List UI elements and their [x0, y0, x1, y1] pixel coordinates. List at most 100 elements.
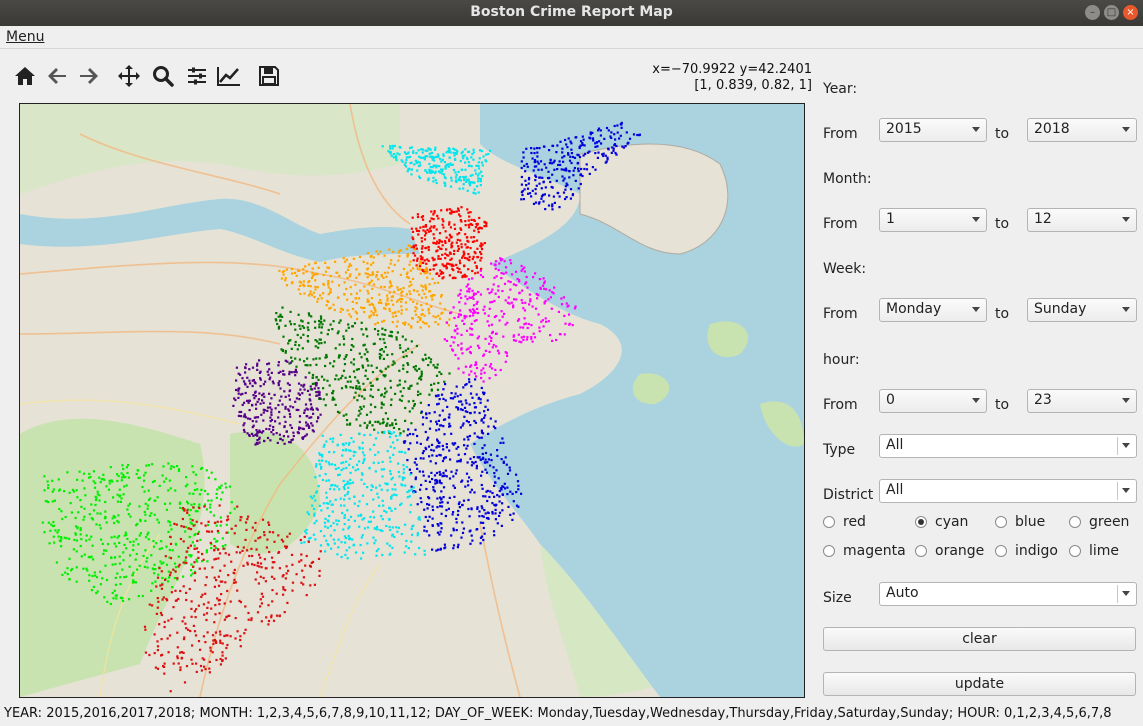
- crime-point: [432, 176, 435, 179]
- minimize-icon[interactable]: –: [1085, 5, 1100, 20]
- crime-point: [431, 295, 434, 298]
- crime-point: [157, 600, 160, 603]
- hour-to-select[interactable]: 23: [1027, 389, 1137, 413]
- crime-point: [388, 248, 391, 251]
- crime-point: [445, 475, 448, 478]
- district-select[interactable]: All: [879, 479, 1137, 503]
- crime-point: [301, 392, 304, 395]
- crime-point: [548, 289, 551, 292]
- save-icon[interactable]: [256, 62, 282, 90]
- crime-map[interactable]: [19, 103, 805, 698]
- crime-point: [427, 445, 431, 448]
- forward-icon[interactable]: [76, 62, 102, 90]
- menu-item[interactable]: Menu: [6, 29, 44, 45]
- crime-point: [275, 432, 278, 435]
- configure-subplots-icon[interactable]: [184, 62, 210, 90]
- crime-point: [443, 474, 446, 477]
- crime-point: [311, 504, 314, 507]
- crime-point: [347, 486, 350, 489]
- crime-point: [402, 350, 405, 354]
- crime-point: [488, 307, 491, 310]
- size-select[interactable]: Auto: [879, 582, 1137, 606]
- crime-point: [333, 542, 336, 545]
- crime-point: [185, 627, 188, 630]
- crime-point: [176, 465, 179, 468]
- edit-axis-icon[interactable]: [216, 62, 242, 90]
- crime-point: [291, 589, 294, 592]
- crime-point: [174, 489, 177, 492]
- week-from-select[interactable]: Monday: [879, 298, 987, 322]
- crime-point: [468, 381, 471, 384]
- crime-point: [329, 534, 332, 537]
- crime-point: [210, 499, 213, 502]
- crime-point: [213, 585, 216, 588]
- crime-point: [456, 238, 459, 241]
- month-to-select[interactable]: 12: [1027, 208, 1137, 232]
- crime-point: [243, 401, 246, 404]
- crime-point: [143, 490, 146, 493]
- crime-point: [494, 508, 497, 511]
- close-icon[interactable]: ×: [1123, 5, 1138, 20]
- crime-point: [51, 479, 54, 482]
- crime-point: [570, 142, 573, 145]
- zoom-icon[interactable]: [150, 62, 176, 90]
- crime-point: [279, 387, 282, 390]
- crime-point: [482, 521, 485, 524]
- crime-point: [314, 339, 317, 342]
- crime-point: [522, 198, 525, 201]
- crime-point: [420, 237, 423, 240]
- crime-point: [106, 600, 109, 603]
- crime-point: [323, 341, 326, 344]
- crime-point: [346, 480, 349, 483]
- crime-point: [429, 420, 432, 423]
- crime-point: [189, 528, 193, 531]
- crime-point: [500, 524, 503, 527]
- crime-point: [395, 314, 398, 318]
- crime-point: [426, 438, 429, 441]
- crime-point: [558, 195, 561, 198]
- crime-point: [424, 353, 427, 356]
- crime-point: [502, 441, 505, 444]
- crime-point: [441, 218, 444, 221]
- pan-icon[interactable]: [116, 62, 142, 90]
- crime-point: [481, 487, 484, 490]
- crime-point: [303, 535, 306, 538]
- crime-point: [460, 296, 463, 299]
- crime-point: [603, 137, 606, 140]
- crime-point: [392, 156, 395, 159]
- crime-point: [334, 484, 337, 487]
- crime-point: [137, 543, 140, 546]
- crime-point: [322, 445, 325, 448]
- crime-point: [343, 504, 346, 507]
- crime-point: [393, 263, 396, 266]
- crime-point: [74, 516, 77, 520]
- maximize-icon[interactable]: □: [1104, 5, 1119, 20]
- crime-point: [473, 442, 476, 445]
- crime-point: [207, 601, 210, 604]
- crime-point: [284, 577, 287, 580]
- crime-point: [144, 628, 147, 631]
- update-button[interactable]: update: [823, 672, 1136, 696]
- week-to-select[interactable]: Sunday: [1027, 298, 1137, 322]
- crime-point: [389, 147, 392, 150]
- back-icon[interactable]: [44, 62, 70, 90]
- crime-point: [190, 563, 193, 566]
- home-icon[interactable]: [12, 62, 38, 90]
- year-to-select[interactable]: 2018: [1027, 118, 1137, 142]
- map-canvas[interactable]: [20, 104, 804, 697]
- crime-point: [473, 372, 476, 375]
- year-from-select[interactable]: 2015: [879, 118, 987, 142]
- hour-from-select[interactable]: 0: [879, 389, 987, 413]
- crime-point: [542, 277, 545, 280]
- crime-point: [471, 240, 474, 243]
- month-from-select[interactable]: 1: [879, 208, 987, 232]
- crime-point: [345, 258, 348, 261]
- crime-point: [530, 151, 533, 155]
- clear-button[interactable]: clear: [823, 627, 1136, 651]
- type-select[interactable]: All: [879, 434, 1137, 458]
- crime-point: [478, 510, 481, 513]
- crime-point: [458, 177, 461, 180]
- crime-point: [503, 312, 506, 315]
- crime-point: [469, 457, 472, 460]
- crime-point: [212, 642, 215, 645]
